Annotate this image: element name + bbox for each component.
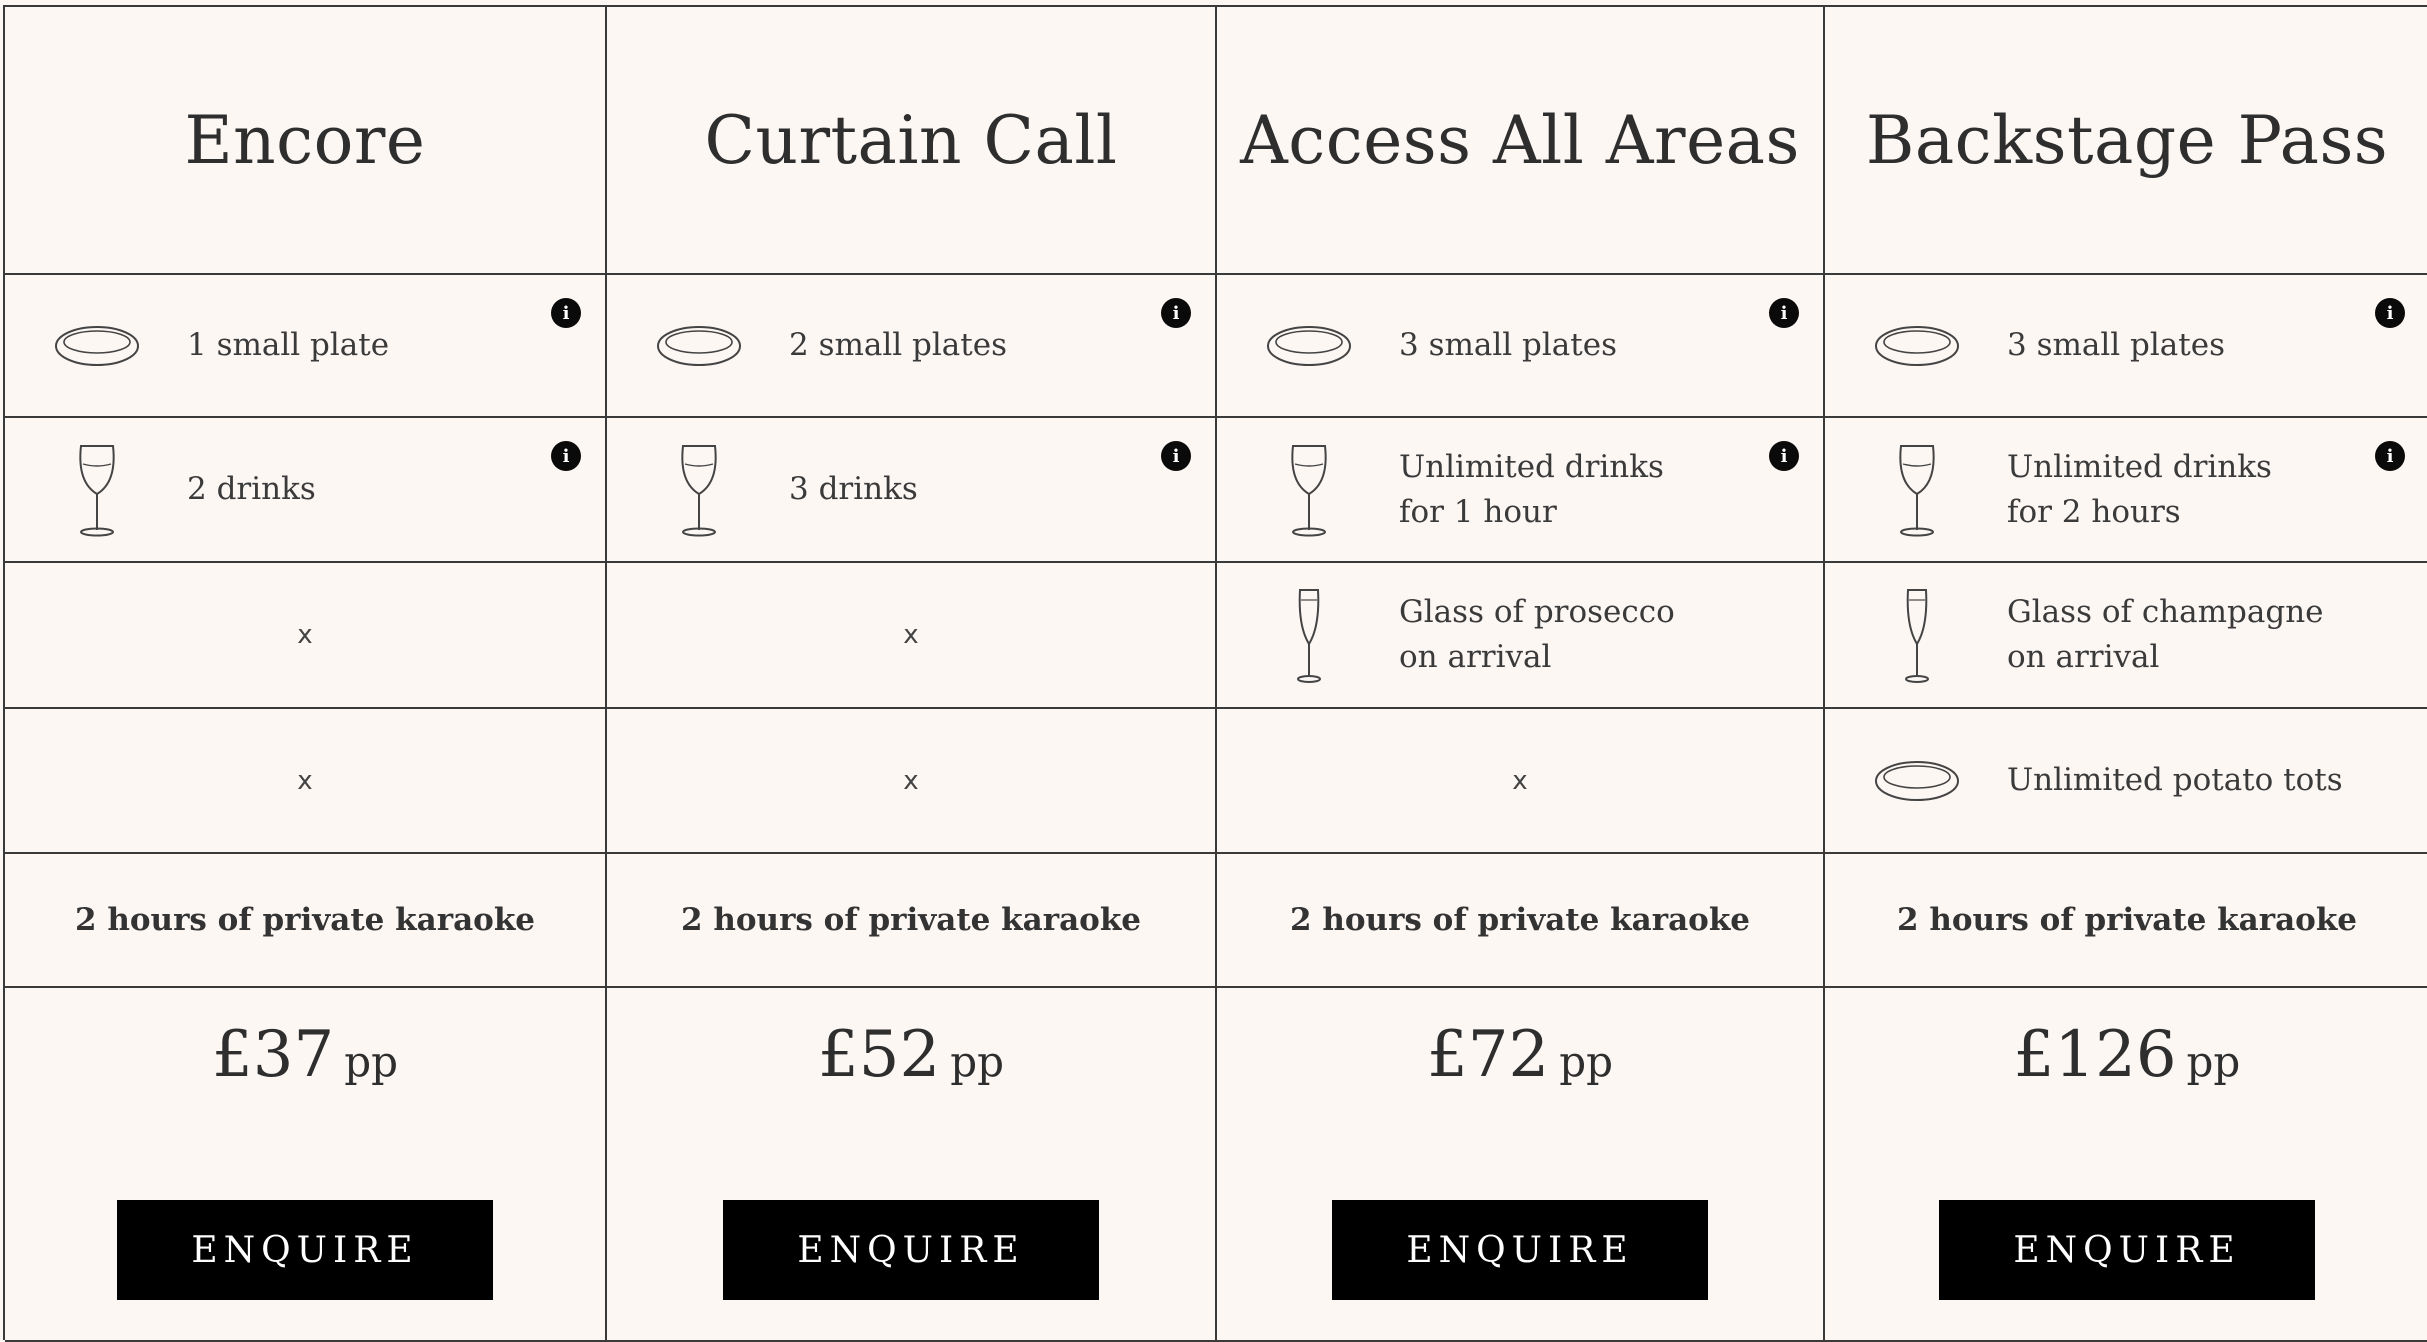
plate-icon [1867,296,1967,396]
price: £37 pp [212,1018,398,1092]
wine-glass-icon [1259,440,1359,540]
info-icon[interactable]: i [1769,441,1799,471]
extra-cell: x [1217,709,1825,854]
karaoke-cell: 2 hours of private karaoke [1825,854,2427,988]
package-title: Access All Areas [1240,101,1800,179]
info-icon[interactable]: i [551,441,581,471]
champagne-flute-icon [1259,585,1359,685]
price-amount: £52 [818,1018,941,1092]
price-amount: £37 [212,1018,335,1092]
enquire-button[interactable]: ENQUIRE [1939,1200,2315,1300]
price-unit: pp [1559,1037,1613,1086]
drinks-label: Unlimited drinks for 1 hour [1399,448,1664,530]
price-unit: pp [344,1037,398,1086]
price-unit: pp [2186,1037,2241,1086]
food-label: 1 small plate [187,327,390,363]
wine-glass-icon [649,440,749,540]
info-icon[interactable]: i [1161,298,1191,328]
enquire-button[interactable]: ENQUIRE [723,1200,1099,1300]
not-included-mark: x [297,765,313,796]
not-included-mark: x [297,620,313,650]
enquire-button[interactable]: ENQUIRE [117,1200,493,1300]
price-amount: £72 [1427,1018,1550,1092]
package-title-cell: Curtain Call [607,7,1217,275]
price-amount: £126 [2013,1018,2177,1092]
info-icon[interactable]: i [2375,298,2405,328]
arrival-cell: x [607,563,1217,709]
karaoke-label: 2 hours of private karaoke [1896,902,2358,938]
price: £52 pp [818,1018,1004,1092]
arrival-label: Glass of champagne on arrival [2007,594,2324,675]
not-included-mark: x [903,765,919,796]
plate-icon [1867,731,1967,831]
package-comparison-table: Encore Curtain Call Access All Areas Bac… [3,5,2427,1342]
drinks-label: 2 drinks [187,471,316,507]
drinks-cell: 2 drinks i [5,418,607,563]
price-cell: £126 pp ENQUIRE [1825,988,2427,1342]
arrival-cell: Glass of prosecco on arrival [1217,563,1825,709]
price-unit: pp [950,1037,1004,1086]
karaoke-cell: 2 hours of private karaoke [5,854,607,988]
extra-cell: Unlimited potato tots [1825,709,2427,854]
food-label: 2 small plates [789,327,1007,363]
drinks-label: Unlimited drinks for 2 hours [2007,448,2272,530]
plate-icon [649,296,749,396]
price-cell: £72 pp ENQUIRE [1217,988,1825,1342]
food-label: 3 small plates [2007,327,2225,363]
plate-icon [1259,296,1359,396]
enquire-button[interactable]: ENQUIRE [1332,1200,1708,1300]
info-icon[interactable]: i [1161,441,1191,471]
plate-icon [47,296,147,396]
karaoke-cell: 2 hours of private karaoke [1217,854,1825,988]
info-icon[interactable]: i [2375,441,2405,471]
food-cell: 3 small plates i [1217,275,1825,418]
karaoke-label: 2 hours of private karaoke [1289,902,1751,938]
not-included-mark: x [903,620,919,650]
extra-cell: x [607,709,1217,854]
extra-cell: x [5,709,607,854]
extra-label: Unlimited potato tots [2007,762,2343,798]
package-title-cell: Backstage Pass [1825,7,2427,275]
package-title-cell: Encore [5,7,607,275]
champagne-flute-icon [1867,585,1967,685]
package-title-cell: Access All Areas [1217,7,1825,275]
drinks-label: 3 drinks [789,471,918,507]
package-title: Backstage Pass [1865,101,2389,179]
drinks-cell: Unlimited drinks for 2 hours i [1825,418,2427,563]
drinks-cell: Unlimited drinks for 1 hour i [1217,418,1825,563]
price-cell: £37 pp ENQUIRE [5,988,607,1342]
karaoke-cell: 2 hours of private karaoke [607,854,1217,988]
food-cell: 1 small plate i [5,275,607,418]
not-included-mark: x [1512,765,1528,796]
wine-glass-icon [47,440,147,540]
drinks-cell: 3 drinks i [607,418,1217,563]
price: £72 pp [1427,1018,1613,1092]
food-cell: 3 small plates i [1825,275,2427,418]
arrival-label: Glass of prosecco on arrival [1399,594,1675,675]
wine-glass-icon [1867,440,1967,540]
package-title: Curtain Call [704,101,1118,179]
price: £126 pp [2014,1018,2241,1092]
arrival-cell: Glass of champagne on arrival [1825,563,2427,709]
karaoke-label: 2 hours of private karaoke [680,902,1142,938]
price-cell: £52 pp ENQUIRE [607,988,1217,1342]
food-label: 3 small plates [1399,327,1617,363]
arrival-cell: x [5,563,607,709]
karaoke-label: 2 hours of private karaoke [74,902,536,938]
package-title: Encore [184,101,426,179]
info-icon[interactable]: i [1769,298,1799,328]
food-cell: 2 small plates i [607,275,1217,418]
info-icon[interactable]: i [551,298,581,328]
